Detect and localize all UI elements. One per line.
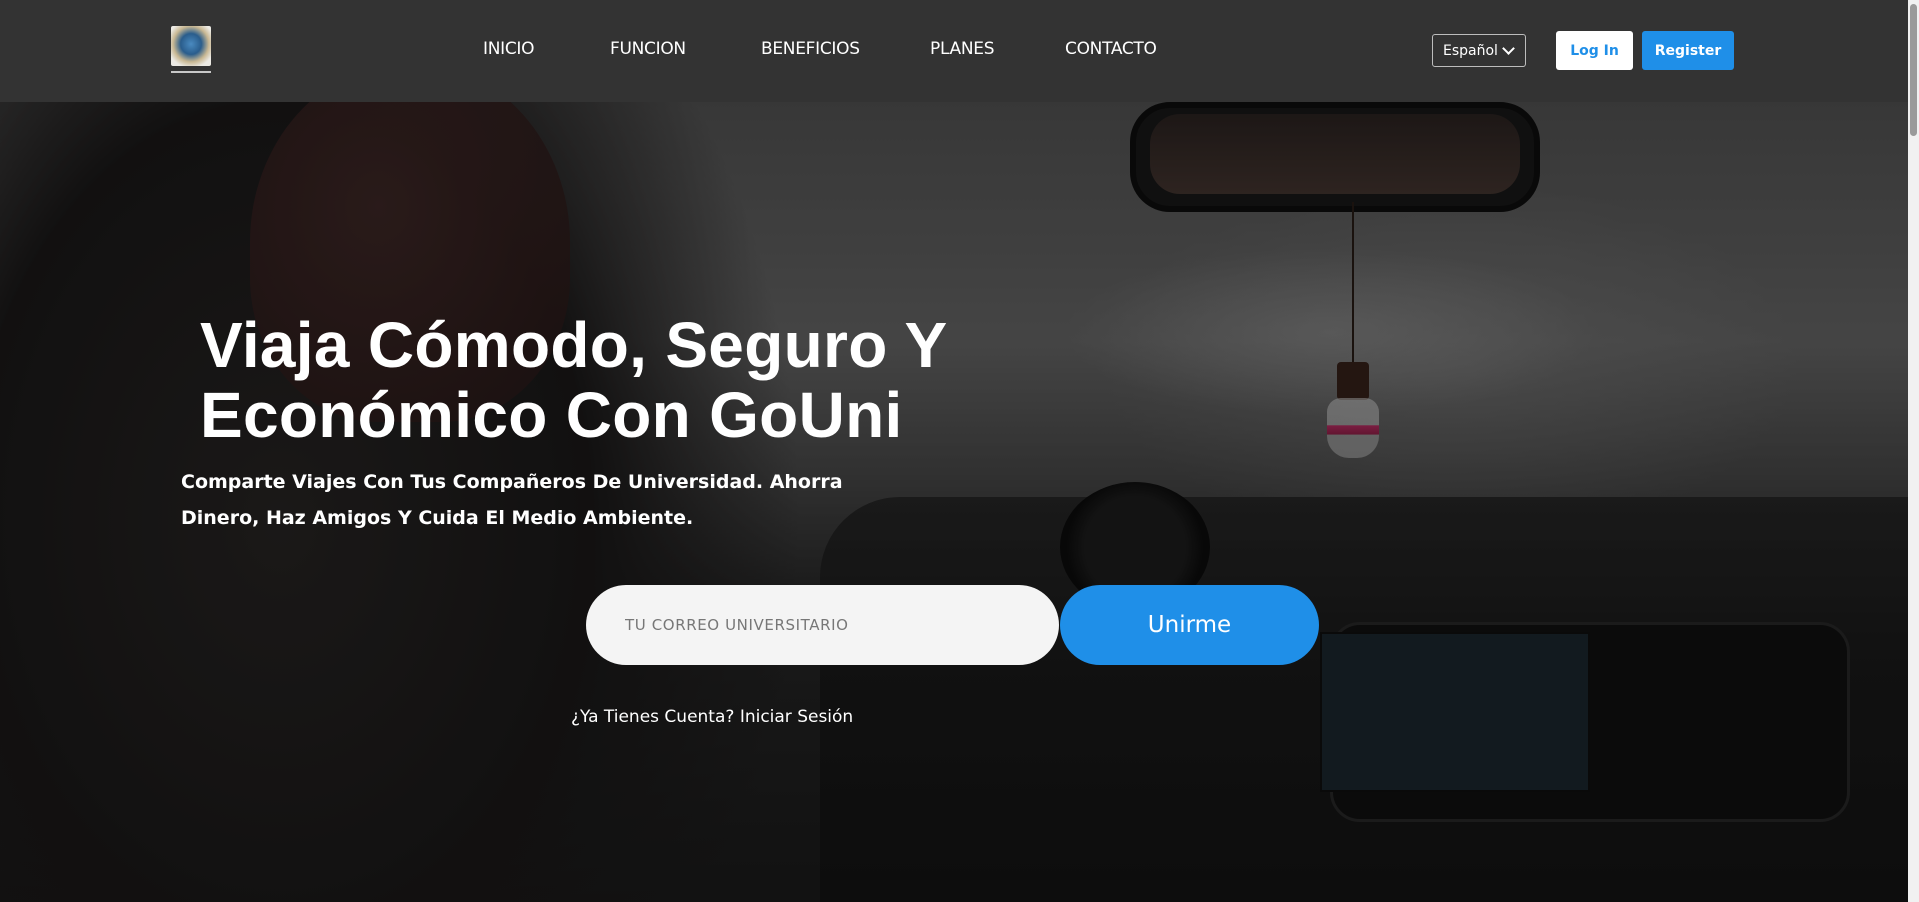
hero-section: Viaja Cómodo, Seguro Y Económico Con GoU… (0, 102, 1908, 902)
chevron-down-icon (1502, 41, 1515, 55)
university-email-input[interactable] (586, 585, 1059, 665)
hero-title-line-2: Económico Con GoUni (200, 379, 903, 451)
nav-link-funcion[interactable]: FUNCION (610, 39, 686, 59)
register-button[interactable]: Register (1642, 31, 1734, 70)
navbar: INICIO FUNCION BENEFICIOS PLANES CONTACT… (0, 0, 1908, 102)
nav-link-beneficios[interactable]: BENEFICIOS (761, 39, 860, 59)
hero-subtitle: Comparte Viajes Con Tus Compañeros De Un… (181, 464, 861, 536)
language-select-value: Español (1443, 42, 1498, 59)
hero-subtitle-line-1: Comparte Viajes Con Tus Compañeros De Un… (181, 471, 843, 493)
nav-link-inicio[interactable]: INICIO (483, 39, 535, 59)
hero-title: Viaja Cómodo, Seguro Y Económico Con GoU… (200, 310, 1100, 450)
scrollbar-thumb[interactable] (1910, 4, 1917, 136)
page-scrollbar[interactable] (1908, 0, 1919, 902)
nav-link-planes[interactable]: PLANES (930, 39, 995, 59)
hero-subtitle-line-2: Dinero, Haz Amigos Y Cuida El Medio Ambi… (181, 507, 694, 529)
join-button[interactable]: Unirme (1060, 585, 1319, 665)
page: INICIO FUNCION BENEFICIOS PLANES CONTACT… (0, 0, 1919, 902)
hero-title-line-1: Viaja Cómodo, Seguro Y (200, 309, 948, 381)
nav-link-contacto[interactable]: CONTACTO (1065, 39, 1157, 59)
language-select[interactable]: Español (1432, 34, 1526, 67)
login-button[interactable]: Log In (1556, 31, 1633, 70)
login-link[interactable]: ¿Ya Tienes Cuenta? Iniciar Sesión (571, 707, 853, 727)
